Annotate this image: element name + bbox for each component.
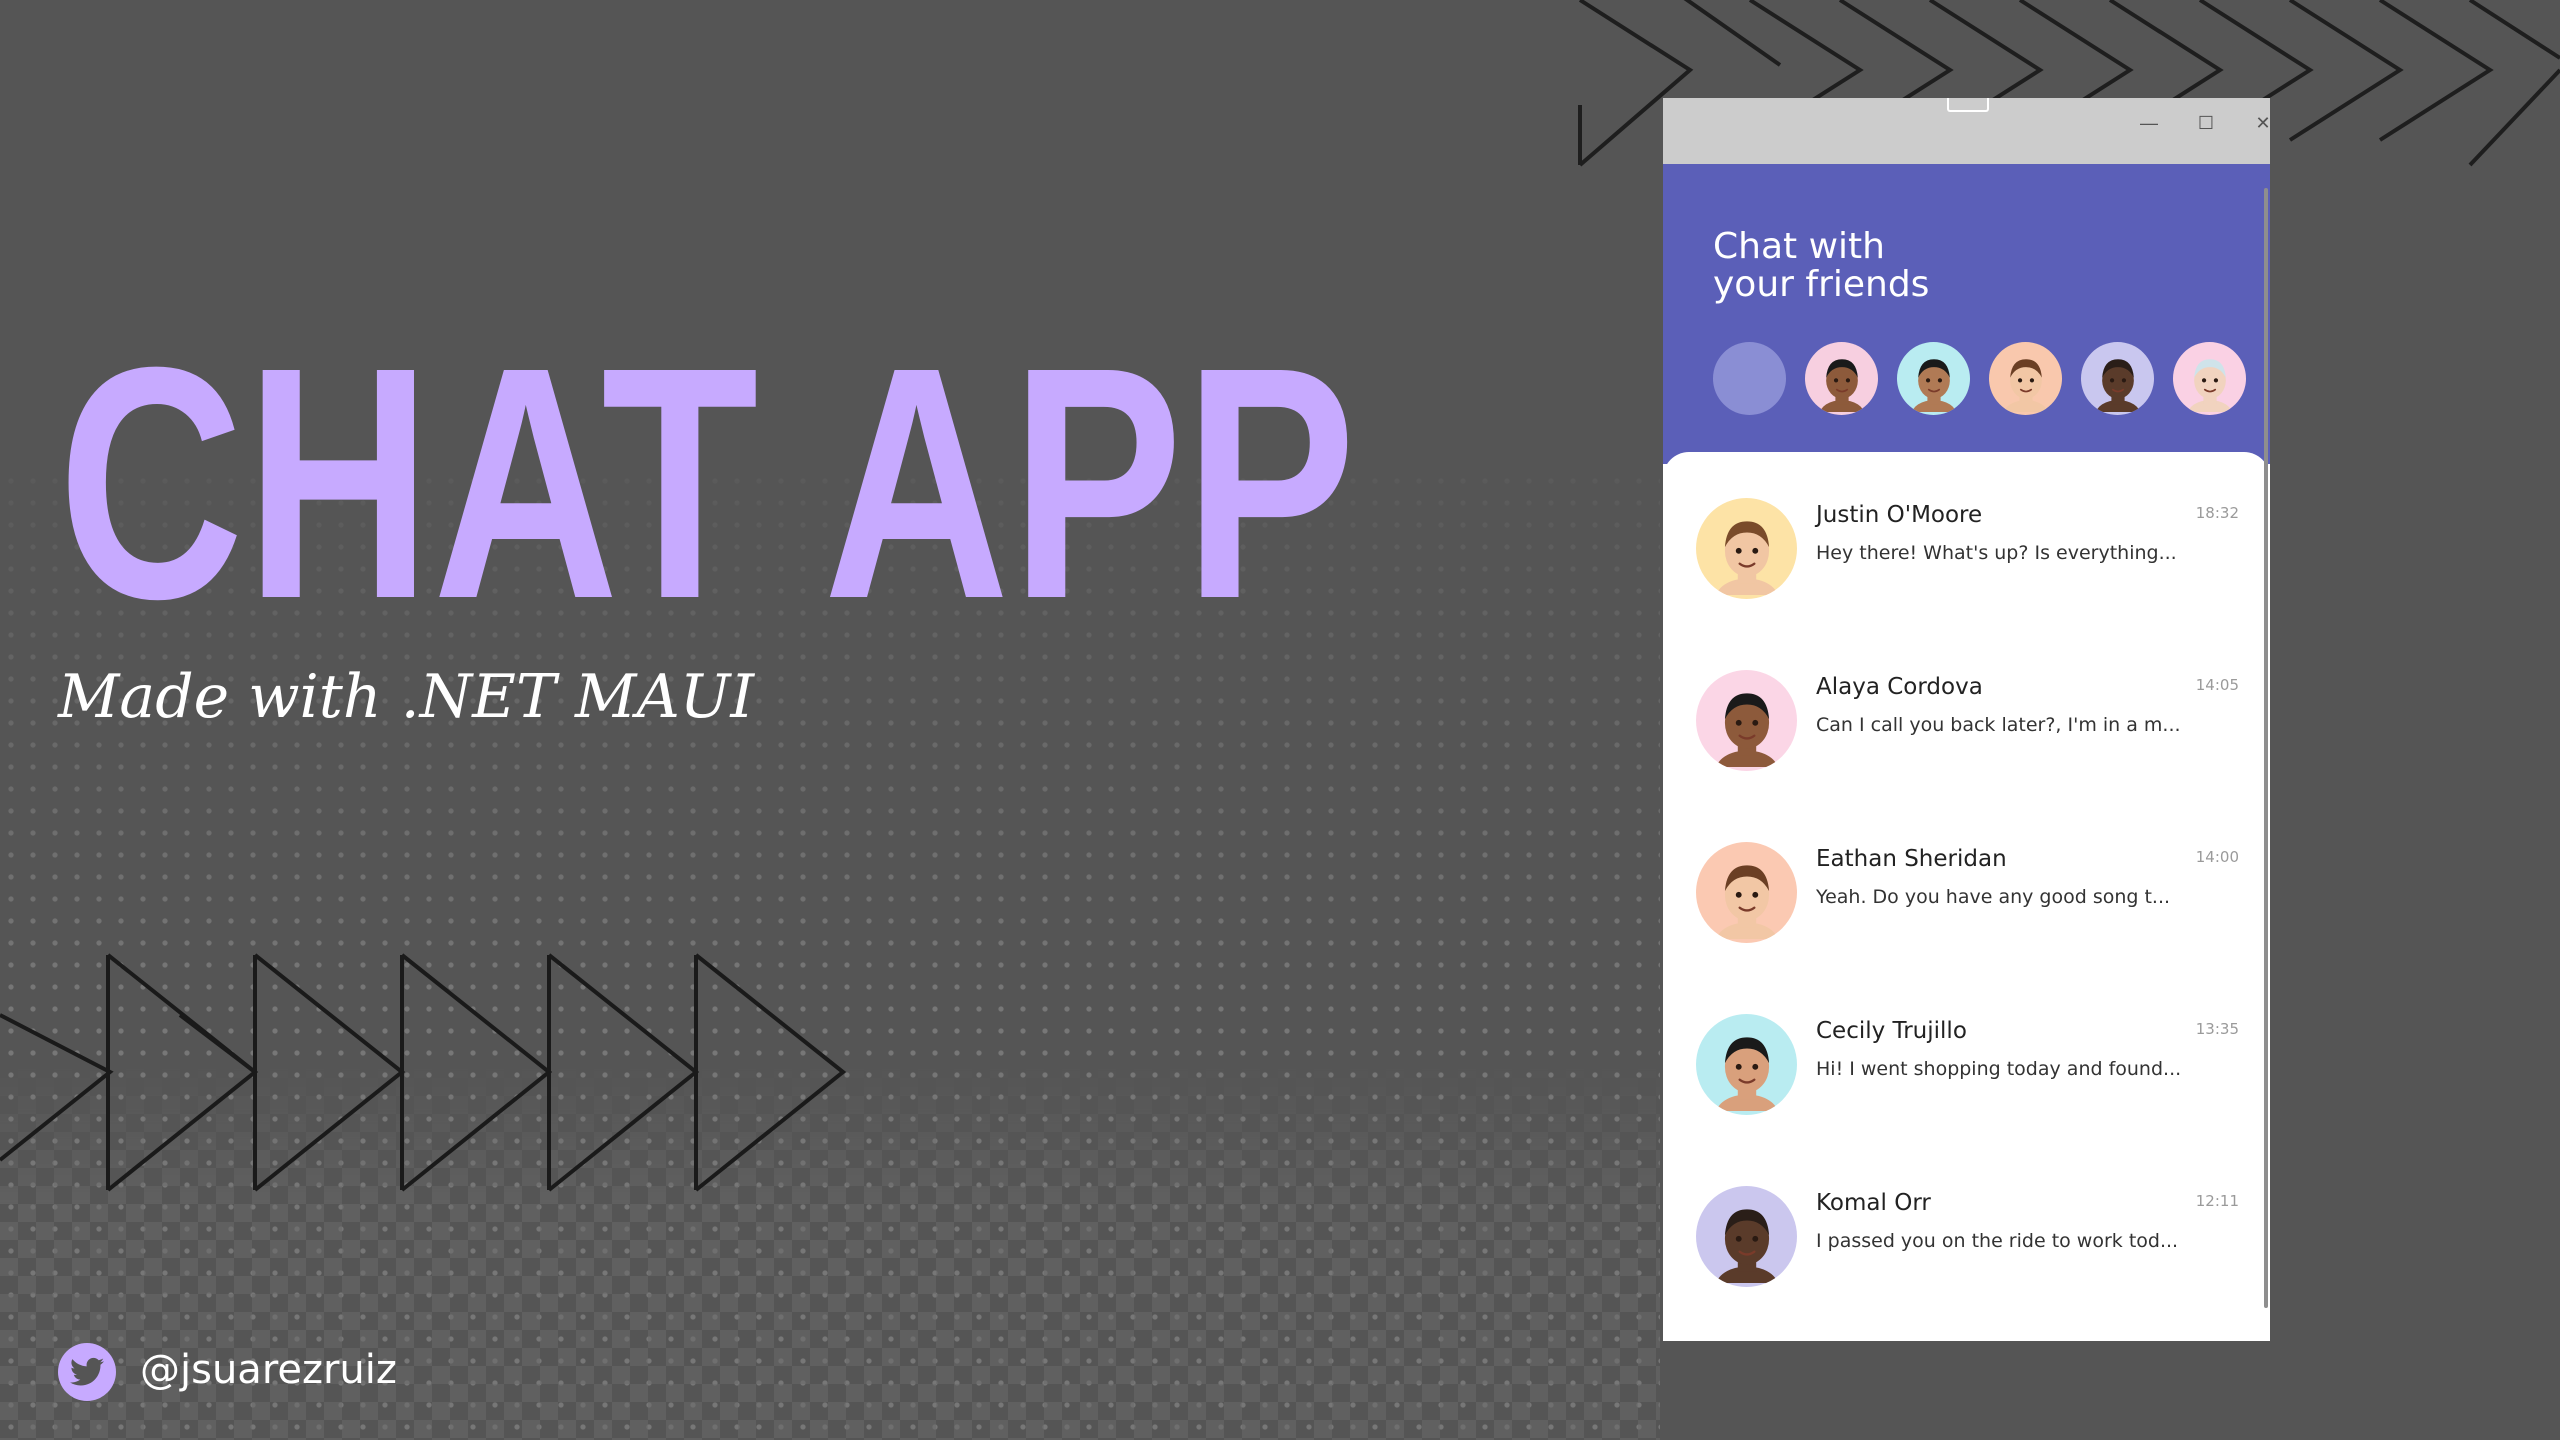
twitter-handle: @jsuarezruiz bbox=[140, 1347, 397, 1393]
chat-list-item[interactable]: Komal Orr I passed you on the ride to wor… bbox=[1663, 1160, 2270, 1332]
app-window: — ☐ ✕ Chat with your friends Justin O'Mo… bbox=[1663, 98, 2270, 1341]
chat-list: Justin O'Moore Hey there! What's up? Is e… bbox=[1663, 452, 2270, 1341]
message-preview: Can I call you back later?, I'm in a m..… bbox=[1816, 714, 2181, 736]
story-avatar[interactable] bbox=[2081, 342, 2154, 415]
avatar bbox=[1696, 842, 1797, 943]
chat-list-item[interactable]: Cecily Trujillo Hi! I went shopping today… bbox=[1663, 988, 2270, 1160]
header-title: Chat with your friends bbox=[1713, 228, 2013, 304]
add-story-button[interactable] bbox=[1713, 342, 1786, 415]
contact-name: Alaya Cordova bbox=[1816, 674, 1983, 700]
message-time: 14:00 bbox=[2195, 848, 2239, 866]
chat-header: Chat with your friends bbox=[1663, 164, 2270, 464]
avatar-icon bbox=[2187, 358, 2232, 412]
avatar-icon bbox=[2095, 358, 2140, 412]
message-time: 14:05 bbox=[2195, 676, 2239, 694]
avatar-icon bbox=[1715, 864, 1778, 939]
contact-name: Komal Orr bbox=[1816, 1190, 1931, 1216]
contact-name: Eathan Sheridan bbox=[1816, 846, 2007, 872]
story-avatar[interactable] bbox=[1805, 342, 1878, 415]
chat-list-item[interactable]: Eathan Sheridan Yeah. Do you have any goo… bbox=[1663, 816, 2270, 988]
header-title-line1: Chat with bbox=[1713, 226, 1885, 267]
message-preview: Yeah. Do you have any good song t... bbox=[1816, 886, 2171, 908]
maximize-button[interactable]: ☐ bbox=[2186, 108, 2226, 138]
avatar-icon bbox=[1911, 358, 1956, 412]
header-title-line2: your friends bbox=[1713, 264, 1930, 305]
avatar-icon bbox=[2003, 358, 2048, 412]
avatar bbox=[1696, 1186, 1797, 1287]
avatar bbox=[1696, 1014, 1797, 1115]
story-avatar[interactable] bbox=[1989, 342, 2062, 415]
avatar bbox=[1696, 670, 1797, 771]
scrollbar[interactable] bbox=[2264, 188, 2268, 1308]
close-button[interactable]: ✕ bbox=[2243, 108, 2270, 138]
window-titlebar[interactable]: — ☐ ✕ bbox=[1663, 98, 2270, 164]
avatar-icon bbox=[1819, 358, 1864, 412]
stories-row bbox=[1713, 342, 2270, 416]
drag-handle-icon[interactable] bbox=[1947, 98, 1989, 112]
hero-subtitle: Made with .NET MAUI bbox=[58, 662, 755, 732]
avatar-icon bbox=[1715, 1208, 1778, 1283]
avatar bbox=[1696, 498, 1797, 599]
contact-name: Cecily Trujillo bbox=[1816, 1018, 1967, 1044]
avatar-icon bbox=[1715, 692, 1778, 767]
message-preview: Hi! I went shopping today and found... bbox=[1816, 1058, 2182, 1080]
twitter-icon bbox=[58, 1343, 116, 1401]
avatar-icon bbox=[1715, 1036, 1778, 1111]
chat-list-item[interactable]: Alaya Cordova Can I call you back later?,… bbox=[1663, 644, 2270, 816]
story-avatar[interactable] bbox=[2173, 342, 2246, 415]
minimize-button[interactable]: — bbox=[2129, 108, 2169, 138]
message-time: 13:35 bbox=[2195, 1020, 2239, 1038]
contact-name: Justin O'Moore bbox=[1816, 502, 1983, 528]
story-avatar[interactable] bbox=[1897, 342, 1970, 415]
message-preview: I passed you on the ride to work tod... bbox=[1816, 1230, 2179, 1252]
message-preview: Hey there! What's up? Is everything... bbox=[1816, 542, 2177, 564]
avatar-icon bbox=[1715, 520, 1778, 595]
chevron-decoration-left bbox=[0, 953, 847, 1192]
message-time: 18:32 bbox=[2195, 504, 2239, 522]
chat-list-item[interactable]: Justin O'Moore Hey there! What's up? Is e… bbox=[1663, 472, 2270, 644]
message-time: 12:11 bbox=[2195, 1192, 2239, 1210]
hero-title: CHAT APP bbox=[58, 298, 1358, 667]
